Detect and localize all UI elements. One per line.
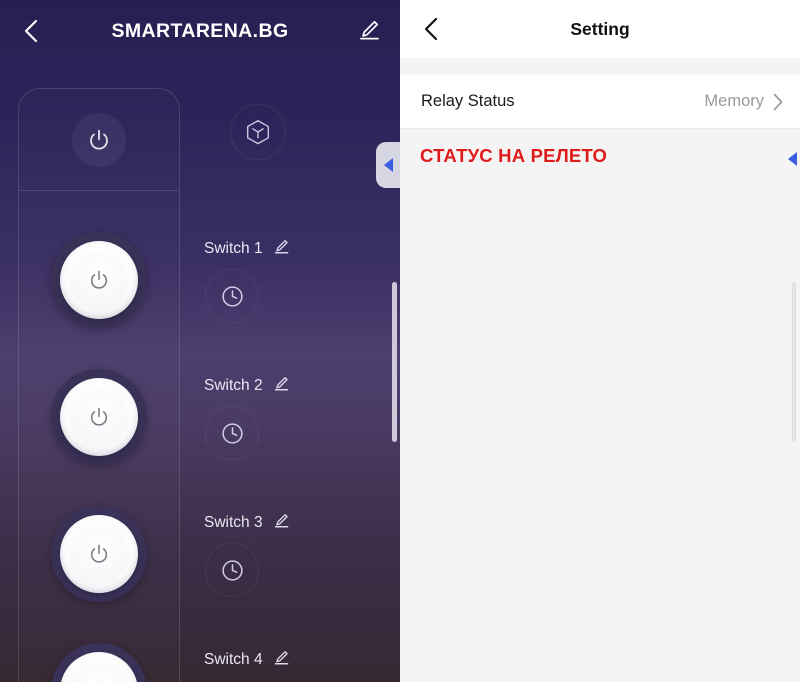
annotation-text: СТАТУС НА РЕЛЕТО xyxy=(420,145,608,166)
switch-timer-button[interactable] xyxy=(205,543,259,597)
knob-inner xyxy=(60,515,138,593)
chevron-left-icon xyxy=(424,17,438,41)
switch-timer-button[interactable] xyxy=(205,406,259,460)
knob-inner xyxy=(60,241,138,319)
clock-icon xyxy=(221,559,243,581)
rename-switch-button[interactable] xyxy=(272,238,289,260)
settings-header: Setting xyxy=(400,0,800,58)
knob-inner xyxy=(60,652,138,682)
clock-icon xyxy=(221,422,243,444)
switch-toggle-knob[interactable] xyxy=(51,369,147,465)
collapse-panel-tab[interactable] xyxy=(376,142,400,188)
knob-inner xyxy=(60,378,138,456)
knob-face xyxy=(70,662,128,682)
rename-switch-button[interactable] xyxy=(272,512,289,534)
power-icon xyxy=(90,129,108,150)
rename-switch-button[interactable] xyxy=(272,649,289,671)
switch-toggle-knob[interactable] xyxy=(51,643,147,682)
page-title: SMARTARENA.BG xyxy=(111,19,289,42)
switch-label-row: Switch 2 xyxy=(204,375,289,397)
dual-panel-screenshot: SMARTARENA.BG Switch 1 Switch 2 Switch 3… xyxy=(0,0,800,682)
knob-face xyxy=(70,388,128,446)
triangle-left-icon xyxy=(383,158,393,172)
switch-toggle-knob[interactable] xyxy=(51,232,147,328)
back-button[interactable] xyxy=(414,12,448,46)
rename-switch-button[interactable] xyxy=(272,375,289,397)
switch-timer-button[interactable] xyxy=(205,269,259,323)
chevron-left-icon xyxy=(24,19,38,43)
knob-face xyxy=(70,251,128,309)
switch-label-row: Switch 3 xyxy=(204,512,289,534)
knob-face xyxy=(70,525,128,583)
left-header: SMARTARENA.BG xyxy=(0,0,400,62)
page-title: Setting xyxy=(570,18,630,39)
cube-icon xyxy=(246,120,270,145)
switch-toggle-knob[interactable] xyxy=(51,506,147,602)
back-button[interactable] xyxy=(14,14,48,48)
device-control-panel: SMARTARENA.BG Switch 1 Switch 2 Switch 3… xyxy=(0,0,400,682)
pencil-edit-icon xyxy=(274,514,288,528)
setting-row-relay-status[interactable]: Relay Status Memory xyxy=(400,75,800,129)
pencil-edit-icon xyxy=(274,651,288,665)
switch-label: Switch 3 xyxy=(204,514,263,531)
edit-device-name-button[interactable] xyxy=(352,14,384,46)
switch-label-row: Switch 1 xyxy=(204,238,289,260)
switch-label-row: Switch 4 xyxy=(204,649,289,671)
switch-label: Switch 2 xyxy=(204,377,263,394)
device-card xyxy=(18,88,180,682)
pencil-edit-icon xyxy=(274,377,288,391)
section-gap xyxy=(400,58,800,75)
setting-label: Relay Status xyxy=(421,92,515,110)
switch-label: Switch 1 xyxy=(204,240,263,257)
switch-label: Switch 4 xyxy=(204,651,263,668)
clock-icon xyxy=(221,285,243,307)
collapse-panel-tab[interactable] xyxy=(788,152,797,166)
vertical-scrollbar[interactable] xyxy=(392,282,397,442)
triangle-left-icon xyxy=(788,152,797,166)
pencil-edit-icon xyxy=(274,240,288,254)
settings-panel: Setting Relay Status Memory СТАТУС НА РЕ… xyxy=(400,0,800,682)
power-icon xyxy=(90,407,108,426)
vertical-scrollbar[interactable] xyxy=(792,282,796,442)
power-icon xyxy=(90,270,108,289)
chevron-right-icon xyxy=(773,93,783,110)
master-power-button[interactable] xyxy=(72,113,126,167)
setting-value: Memory xyxy=(704,92,764,110)
card-divider xyxy=(19,190,179,191)
scene-button[interactable] xyxy=(230,104,286,160)
power-icon xyxy=(90,544,108,563)
pencil-edit-icon xyxy=(360,20,379,40)
